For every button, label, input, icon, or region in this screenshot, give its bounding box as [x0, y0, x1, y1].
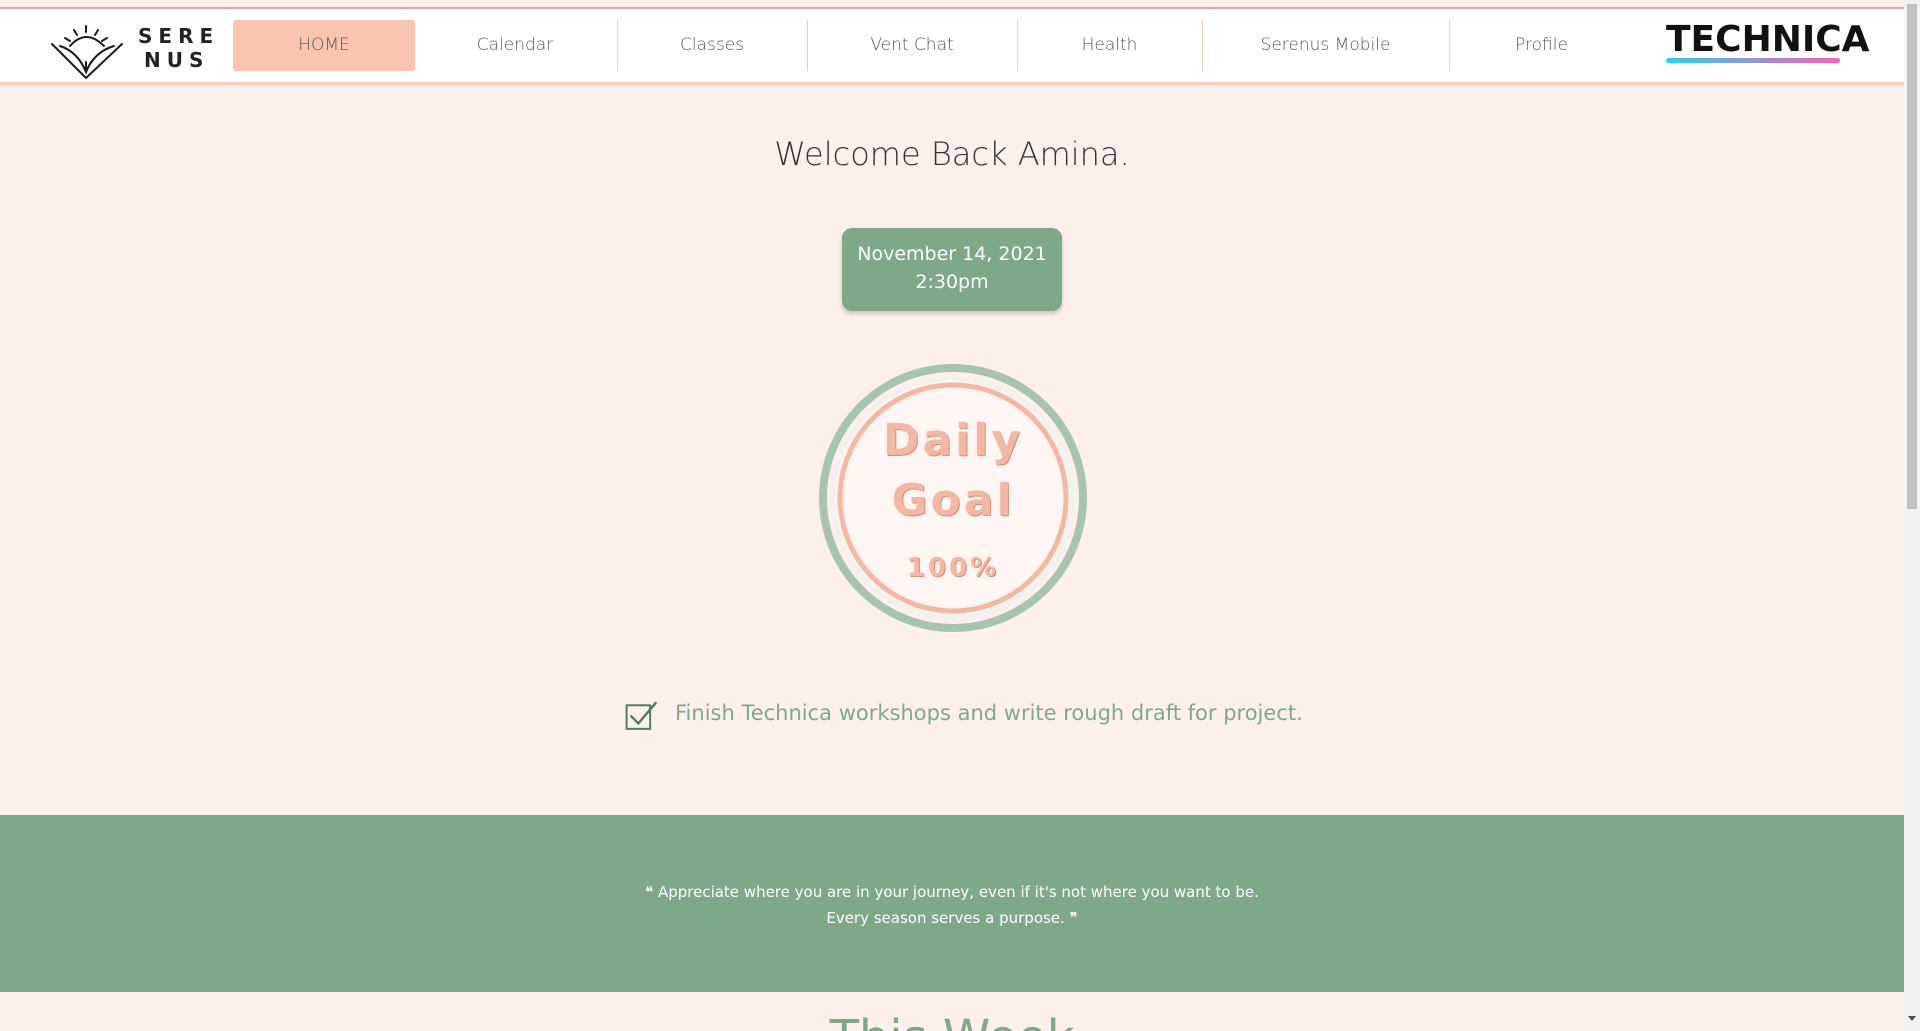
- welcome-heading: Welcome Back Amina.: [774, 135, 1130, 173]
- goal-percent: 100%: [906, 553, 1000, 583]
- quote-line-1: ❝ Appreciate where you are in your journ…: [645, 883, 1259, 901]
- nav-classes[interactable]: Classes: [618, 20, 806, 71]
- section-title-this-week: This Week: [0, 1010, 1904, 1031]
- goal-label-daily: Daily: [882, 415, 1024, 466]
- page: SERE NUS HOME Calendar Classes Vent Chat…: [0, 0, 1904, 1031]
- checkbox-checked-icon[interactable]: [625, 699, 658, 732]
- nav-vent-chat[interactable]: Vent Chat: [808, 20, 1016, 71]
- logo-wordmark: SERE NUS: [138, 24, 219, 72]
- nav-health[interactable]: Health: [1018, 20, 1201, 71]
- technica-wordmark: TECHNICA: [1666, 19, 1870, 60]
- logo-line-2: NUS: [144, 48, 210, 72]
- serenus-logo[interactable]: SERE NUS: [48, 22, 213, 82]
- technica-gradient-bar: [1666, 58, 1840, 63]
- current-time: 2:30pm: [915, 271, 989, 293]
- quote-band: ❝ Appreciate where you are in your journ…: [0, 815, 1904, 992]
- daily-goal-badge: Daily Goal 100%: [818, 363, 1088, 633]
- quote-line-2: Every season serves a purpose. ❞: [826, 909, 1078, 927]
- lotus-sun-logo-icon: [51, 25, 123, 80]
- scroll-down-arrow-icon[interactable]: [1908, 1016, 1916, 1021]
- inspirational-quote: ❝ Appreciate where you are in your journ…: [0, 879, 1904, 931]
- date-time-card: November 14, 2021 2:30pm: [842, 228, 1062, 311]
- logo-line-1: SERE: [138, 24, 220, 48]
- goal-label-goal: Goal: [891, 475, 1015, 526]
- nav-home[interactable]: HOME: [233, 20, 415, 71]
- vertical-scrollbar[interactable]: [1904, 0, 1920, 1031]
- task-text: Finish Technica workshops and write roug…: [675, 701, 1303, 725]
- scrollbar-thumb[interactable]: [1907, 4, 1917, 509]
- nav-calendar[interactable]: Calendar: [415, 20, 615, 71]
- header-divider: [0, 82, 1904, 85]
- current-date: November 14, 2021: [857, 243, 1047, 265]
- nav-profile[interactable]: Profile: [1450, 20, 1633, 71]
- nav-serenus-mobile[interactable]: Serenus Mobile: [1203, 20, 1448, 71]
- technica-logo[interactable]: TECHNICA: [1666, 18, 1870, 68]
